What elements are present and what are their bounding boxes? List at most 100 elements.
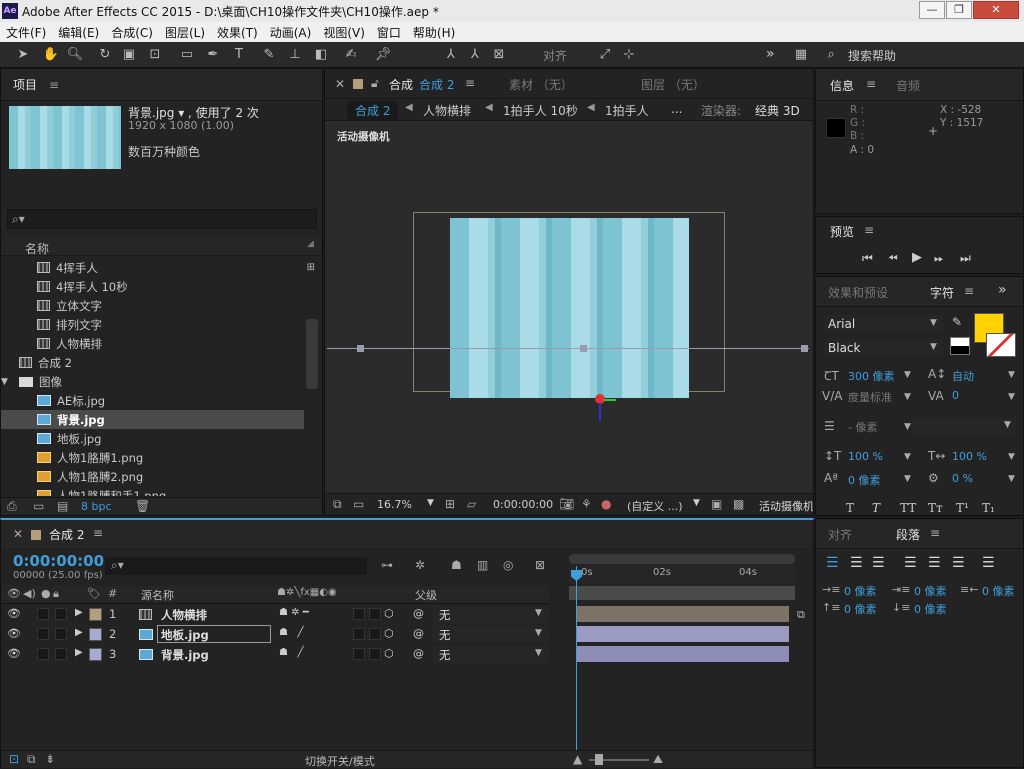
- list-item[interactable]: 合成 2: [38, 355, 72, 371]
- draft-3d-icon[interactable]: ✲: [415, 558, 425, 572]
- layer-handle[interactable]: [801, 345, 808, 352]
- monitor-icon[interactable]: ▭: [353, 497, 364, 511]
- info-tab[interactable]: 信息: [830, 77, 854, 94]
- font-size-value[interactable]: 300 像素: [848, 368, 895, 384]
- type-tool-icon[interactable]: T: [230, 46, 248, 64]
- expand-arrow-icon[interactable]: ▶: [75, 607, 83, 618]
- panel-menu-icon[interactable]: ≡: [465, 76, 475, 90]
- list-item[interactable]: 立体文字: [56, 298, 102, 314]
- menu-file[interactable]: 文件(F): [0, 24, 52, 41]
- superscript-button[interactable]: T¹: [956, 501, 969, 515]
- clone-stamp-tool-icon[interactable]: ⊥: [286, 46, 304, 64]
- effects-presets-tab[interactable]: 效果和预设: [828, 284, 888, 301]
- breadcrumb-more[interactable]: ...: [671, 102, 682, 116]
- horizontal-scale-value[interactable]: 100 %: [952, 450, 987, 463]
- align-tab[interactable]: 对齐: [828, 526, 852, 543]
- search-help-input[interactable]: 搜索帮助: [848, 47, 896, 64]
- solo-toggle[interactable]: [37, 608, 49, 620]
- motion-blur-icon[interactable]: ◎: [503, 558, 513, 572]
- project-tab[interactable]: 项目: [13, 76, 37, 93]
- in-out-icon[interactable]: ⇟: [45, 752, 55, 766]
- justify-all-icon[interactable]: ☰: [982, 555, 995, 571]
- space-before-value[interactable]: 0 像素: [844, 601, 877, 617]
- zoom-out-icon[interactable]: ▲: [573, 752, 582, 766]
- pickwhip-icon[interactable]: @: [413, 647, 424, 660]
- layer-tab[interactable]: 图层 （无）: [641, 76, 705, 93]
- region-of-interest-icon[interactable]: ▣: [711, 497, 722, 511]
- chevron-down-icon[interactable]: ▼: [1008, 452, 1015, 462]
- eyedropper-icon[interactable]: ✎: [952, 315, 962, 329]
- minimize-button[interactable]: —: [919, 1, 945, 19]
- view-axis-icon[interactable]: ⊠: [490, 46, 508, 64]
- baseline-shift-value[interactable]: 0 像素: [848, 472, 881, 488]
- list-item[interactable]: 人物1胳膊2.png: [57, 469, 143, 485]
- panel-menu-icon[interactable]: ≡: [930, 526, 940, 540]
- space-after-value[interactable]: 0 像素: [914, 601, 947, 617]
- close-tab-icon[interactable]: ✕: [13, 527, 23, 541]
- comp-tab-label[interactable]: 合成: [389, 76, 413, 93]
- list-item[interactable]: 图像: [39, 374, 62, 390]
- transfer-controls-icon[interactable]: ⧉: [27, 752, 36, 767]
- audio-switch-icon[interactable]: ◀): [23, 587, 36, 600]
- align-left-icon[interactable]: ☰: [826, 555, 839, 571]
- label-color[interactable]: [89, 608, 102, 621]
- z-axis-icon[interactable]: [599, 403, 601, 421]
- selection-tool-icon[interactable]: ➤: [14, 46, 32, 64]
- solo-toggle[interactable]: [37, 628, 49, 640]
- layer-name[interactable]: 地板.jpg: [161, 627, 209, 643]
- align-right-icon[interactable]: ☰: [872, 555, 885, 571]
- justify-right-icon[interactable]: ☰: [952, 555, 965, 571]
- justify-left-icon[interactable]: ☰: [904, 555, 917, 571]
- lock-toggle[interactable]: [55, 648, 67, 660]
- new-composition-icon[interactable]: ▤: [57, 499, 68, 513]
- local-axis-icon[interactable]: ⅄: [442, 46, 460, 64]
- layer-bar[interactable]: [577, 626, 789, 642]
- default-colors-icon[interactable]: [950, 337, 970, 355]
- paragraph-tab[interactable]: 段落: [896, 526, 920, 543]
- first-frame-icon[interactable]: ⏮: [862, 251, 873, 266]
- timeline-tab[interactable]: 合成 2: [49, 526, 84, 543]
- subscript-button[interactable]: T₁: [982, 501, 995, 515]
- lock-icon[interactable]: 🔓︎: [371, 76, 379, 91]
- magnify-icon[interactable]: ⧉: [333, 497, 342, 512]
- zoom-select[interactable]: 16.7%: [377, 498, 412, 511]
- audio-tab[interactable]: 音频: [896, 77, 920, 94]
- channel-icon[interactable]: ●: [601, 497, 611, 511]
- expand-arrow-icon[interactable]: ▶: [75, 627, 83, 638]
- layer-bar[interactable]: [577, 606, 789, 622]
- breadcrumb-item[interactable]: 人物横排: [423, 102, 471, 119]
- list-item-selected[interactable]: 背景.jpg: [57, 412, 105, 428]
- layer-row[interactable]: 👁︎ ▶ 1 人物横排 ☗ ✲ ━ ⬡ @ 无 ▼: [1, 605, 549, 624]
- work-area-bar[interactable]: [569, 586, 795, 600]
- current-time[interactable]: 0:00:00:00: [493, 498, 553, 511]
- panel-menu-icon[interactable]: ≡: [866, 77, 876, 91]
- chevron-down-icon[interactable]: ▼: [1008, 370, 1015, 380]
- active-camera-select[interactable]: 活动摄像机: [759, 498, 813, 514]
- list-item[interactable]: 4挥手人 10秒: [56, 279, 128, 295]
- shy-switch-icon[interactable]: ☗ ╱: [279, 627, 304, 638]
- 3d-layer-icon[interactable]: ⬡: [384, 647, 394, 660]
- layer-handle[interactable]: [357, 345, 364, 352]
- panel-menu-icon[interactable]: ≡: [964, 284, 974, 298]
- layer-row[interactable]: 👁︎ ▶ 3 背景.jpg ☗ ╱ ⬡ @ 无 ▼: [1, 645, 549, 664]
- switch-box[interactable]: [369, 628, 381, 640]
- zoom-slider-thumb[interactable]: [595, 754, 603, 765]
- menu-window[interactable]: 窗口: [371, 24, 407, 41]
- menu-animation[interactable]: 动画(A): [264, 24, 318, 41]
- chevron-down-icon[interactable]: ▼: [1008, 392, 1015, 402]
- source-name-header[interactable]: 源名称: [141, 587, 174, 603]
- eye-icon[interactable]: 👁︎: [7, 627, 21, 640]
- lock-toggle[interactable]: [55, 608, 67, 620]
- switch-box[interactable]: [369, 608, 381, 620]
- interpret-footage-icon[interactable]: ⎙: [7, 499, 17, 514]
- camera-tool-icon[interactable]: ▣: [120, 46, 138, 64]
- switch-box[interactable]: [353, 608, 365, 620]
- panel-menu-icon[interactable]: ≡: [864, 223, 874, 237]
- menu-view[interactable]: 视图(V): [317, 24, 371, 41]
- rotate-tool-icon[interactable]: ↻: [96, 46, 114, 64]
- justify-center-icon[interactable]: ☰: [928, 555, 941, 571]
- collapse-icon[interactable]: ◢: [307, 239, 314, 249]
- breadcrumb-item[interactable]: 合成 2: [347, 101, 399, 120]
- list-item[interactable]: 4挥手人: [56, 260, 98, 276]
- background-layer-image[interactable]: [450, 218, 689, 398]
